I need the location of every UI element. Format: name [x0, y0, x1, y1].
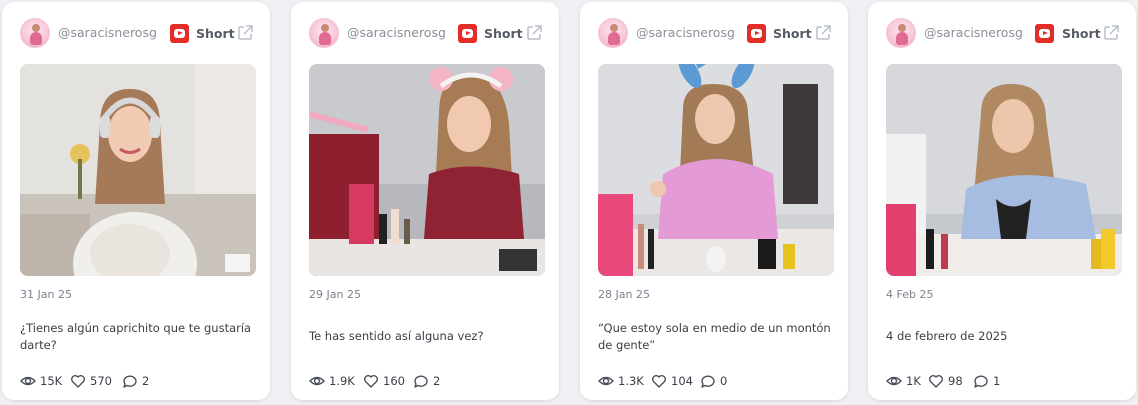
video-thumbnail[interactable]	[598, 64, 834, 276]
video-thumbnail[interactable]	[886, 64, 1122, 276]
likes-count: 160	[383, 374, 405, 388]
likes-count: 570	[90, 374, 112, 388]
heart-icon	[71, 375, 85, 388]
youtube-icon	[170, 24, 189, 43]
card-header: @saracisnerosg Short	[291, 2, 559, 62]
external-link-icon[interactable]	[814, 24, 832, 42]
comment-icon	[701, 375, 715, 388]
avatar[interactable]	[886, 18, 916, 48]
post-caption: ¿Tienes algún caprichito que te gustaría…	[20, 321, 252, 352]
comment-icon	[414, 375, 428, 388]
post-stats: 1.9K 160 2	[309, 372, 545, 390]
eye-icon	[598, 376, 614, 386]
comment-icon	[123, 375, 137, 388]
heart-icon	[652, 375, 666, 388]
youtube-icon	[1035, 24, 1054, 43]
card-header: @saracisnerosg Short	[868, 2, 1136, 62]
video-thumbnail[interactable]	[20, 64, 256, 276]
comments-count: 1	[993, 374, 1001, 388]
eye-icon	[309, 376, 325, 386]
post-caption: “Que estoy sola en medio de un montón de…	[598, 321, 831, 352]
post-type-label: Short	[1062, 26, 1101, 41]
external-link-icon[interactable]	[236, 24, 254, 42]
comments-count: 2	[142, 374, 150, 388]
account-handle[interactable]: @saracisnerosg	[58, 25, 157, 40]
views-count: 1.3K	[618, 374, 644, 388]
comments-count: 2	[433, 374, 441, 388]
views-count: 1K	[906, 374, 921, 388]
post-date: 28 Jan 25	[598, 288, 650, 301]
heart-icon	[929, 375, 943, 388]
avatar[interactable]	[20, 18, 50, 48]
post-card[interactable]: @saracisnerosg Short 28 Jan 25 “Que esto…	[580, 2, 848, 400]
post-stats: 15K 570 2	[20, 372, 256, 390]
post-stats: 1K 98 1	[886, 372, 1122, 390]
eye-icon	[20, 376, 36, 386]
account-handle[interactable]: @saracisnerosg	[636, 25, 735, 40]
post-caption: 4 de febrero de 2025	[886, 329, 1008, 343]
account-handle[interactable]: @saracisnerosg	[347, 25, 446, 40]
likes-count: 98	[948, 374, 963, 388]
avatar[interactable]	[598, 18, 628, 48]
post-date: 31 Jan 25	[20, 288, 72, 301]
views-count: 15K	[40, 374, 63, 388]
post-type-label: Short	[484, 26, 523, 41]
post-card[interactable]: @saracisnerosg Short 31 Jan 25 ¿Tienes a…	[2, 2, 270, 400]
video-thumbnail[interactable]	[309, 64, 545, 276]
views-count: 1.9K	[329, 374, 355, 388]
comments-count: 0	[720, 374, 728, 388]
post-stats: 1.3K 104 0	[598, 372, 834, 390]
post-caption: Te has sentido así alguna vez?	[309, 329, 484, 343]
post-card[interactable]: @saracisnerosg Short 4 Feb 25 4 de febre…	[868, 2, 1136, 400]
post-date: 29 Jan 25	[309, 288, 361, 301]
account-handle[interactable]: @saracisnerosg	[924, 25, 1023, 40]
card-header: @saracisnerosg Short	[2, 2, 270, 62]
post-card[interactable]: @saracisnerosg Short 29 Jan 25 Te has se…	[291, 2, 559, 400]
youtube-icon	[458, 24, 477, 43]
heart-icon	[364, 375, 378, 388]
external-link-icon[interactable]	[525, 24, 543, 42]
eye-icon	[886, 376, 902, 386]
post-type-label: Short	[196, 26, 235, 41]
avatar[interactable]	[309, 18, 339, 48]
card-header: @saracisnerosg Short	[580, 2, 848, 62]
youtube-icon	[747, 24, 766, 43]
external-link-icon[interactable]	[1102, 24, 1120, 42]
likes-count: 104	[671, 374, 693, 388]
post-date: 4 Feb 25	[886, 288, 934, 301]
post-type-label: Short	[773, 26, 812, 41]
comment-icon	[974, 375, 988, 388]
